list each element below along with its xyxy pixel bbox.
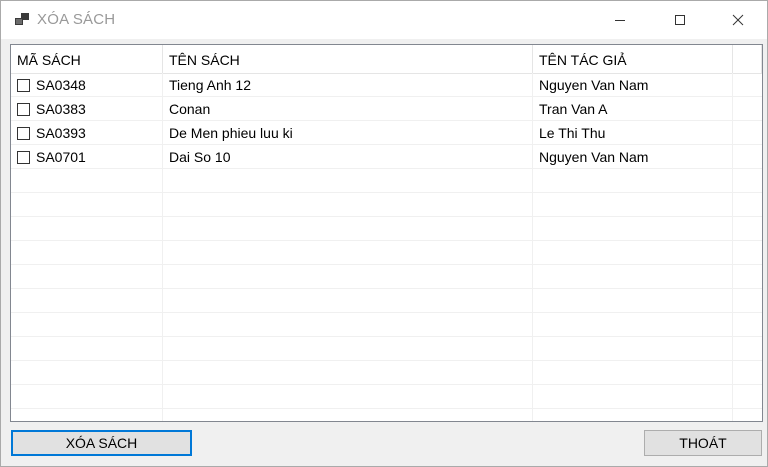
book-title: De Men phieu luu ki [169,125,293,141]
empty-row [11,409,762,421]
column-header-filler [733,45,762,73]
row-checkbox[interactable] [17,103,30,116]
row-checkbox[interactable] [17,151,30,164]
delete-book-window: XÓA SÁCH MÃ SÁCH TÊN SÁCH TÊN TÁC GIẢ SA… [0,0,768,467]
row-id-cell: SA0383 [17,97,86,120]
exit-button[interactable]: THOÁT [644,430,762,456]
book-author: Tran Van A [539,101,608,117]
book-title: Tieng Anh 12 [169,77,251,93]
table-row[interactable]: SA0383 Conan Tran Van A [11,97,762,121]
empty-row [11,217,762,241]
table-row[interactable]: SA0393 De Men phieu luu ki Le Thi Thu [11,121,762,145]
empty-row [11,337,762,361]
maximize-icon [675,15,685,25]
book-author: Le Thi Thu [539,125,606,141]
book-title: Dai So 10 [169,149,231,165]
column-header-book-id[interactable]: MÃ SÁCH [11,45,163,73]
close-button[interactable] [715,1,761,39]
title-bar[interactable]: XÓA SÁCH [1,1,767,39]
book-list-view[interactable]: MÃ SÁCH TÊN SÁCH TÊN TÁC GIẢ SA0348 Tien… [10,44,763,422]
empty-row [11,265,762,289]
column-header-author[interactable]: TÊN TÁC GIẢ [533,45,733,73]
book-author: Nguyen Van Nam [539,77,649,93]
table-row[interactable]: SA0701 Dai So 10 Nguyen Van Nam [11,145,762,169]
window-title: XÓA SÁCH [37,11,116,28]
row-id-cell: SA0393 [17,121,86,144]
app-icon [15,13,29,25]
empty-row [11,193,762,217]
empty-row [11,289,762,313]
book-id: SA0348 [36,77,86,93]
book-title: Conan [169,101,211,117]
row-id-cell: SA0348 [17,73,86,96]
book-id: SA0383 [36,101,86,117]
close-icon [732,14,744,26]
row-checkbox[interactable] [17,127,30,140]
table-row[interactable]: SA0348 Tieng Anh 12 Nguyen Van Nam [11,73,762,97]
minimize-icon [615,20,625,21]
column-header-book-title[interactable]: TÊN SÁCH [163,45,533,73]
minimize-button[interactable] [597,1,643,39]
book-id: SA0701 [36,149,86,165]
row-id-cell: SA0701 [17,145,86,168]
empty-row [11,313,762,337]
empty-row [11,385,762,409]
empty-row [11,169,762,193]
delete-book-button[interactable]: XÓA SÁCH [11,430,192,456]
row-checkbox[interactable] [17,79,30,92]
book-id: SA0393 [36,125,86,141]
empty-row [11,361,762,385]
empty-row [11,241,762,265]
book-author: Nguyen Van Nam [539,149,649,165]
maximize-button[interactable] [657,1,703,39]
list-header: MÃ SÁCH TÊN SÁCH TÊN TÁC GIẢ [11,45,762,74]
